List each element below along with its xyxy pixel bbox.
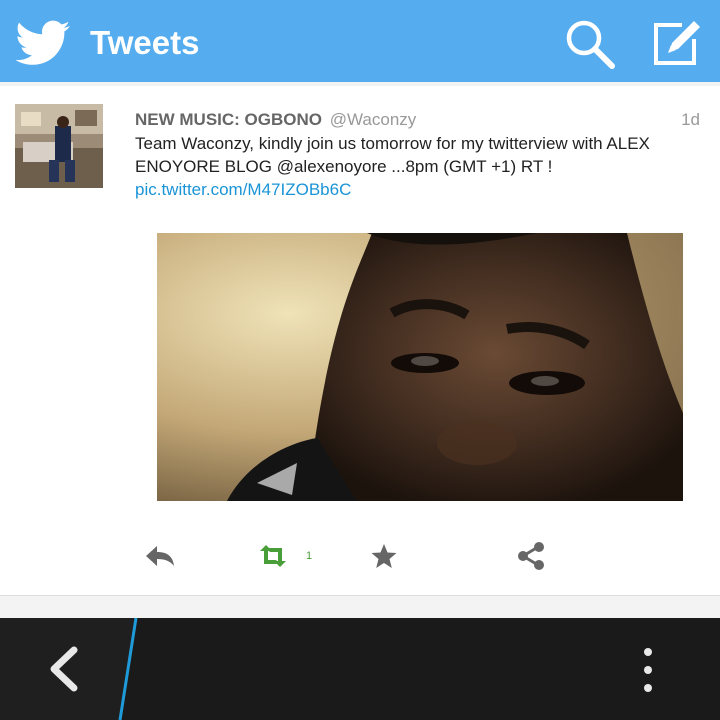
share-icon: [518, 542, 544, 570]
twitter-bird-icon: [16, 20, 70, 65]
page-title: Tweets: [90, 24, 200, 61]
tweet-text: Team Waconzy, kindly join us tomorrow fo…: [135, 132, 705, 201]
share-button[interactable]: [516, 541, 546, 571]
tweet-card[interactable]: NEW MUSIC: OGBONO @Waconzy 1d Team Wacon…: [0, 86, 720, 596]
search-icon[interactable]: [560, 15, 618, 71]
reply-button[interactable]: [144, 541, 176, 571]
tweet-header: NEW MUSIC: OGBONO @Waconzy 1d: [135, 108, 700, 132]
app-header: Tweets: [0, 0, 720, 82]
star-icon: [371, 544, 397, 568]
tweet-timestamp: 1d: [681, 110, 700, 129]
reply-icon: [146, 546, 174, 566]
retweet-icon: [260, 545, 286, 567]
favorite-button[interactable]: [370, 541, 398, 571]
tweet-photo[interactable]: [157, 233, 683, 501]
action-bar-divider: [0, 618, 138, 720]
tweet-text-content: Team Waconzy, kindly join us tomorrow fo…: [135, 134, 650, 176]
bottom-action-bar: [0, 618, 720, 720]
retweet-button[interactable]: 1: [256, 541, 312, 571]
compose-icon[interactable]: [648, 15, 706, 71]
timeline[interactable]: NEW MUSIC: OGBONO @Waconzy 1d Team Wacon…: [0, 82, 720, 618]
overflow-menu-icon[interactable]: [630, 642, 666, 702]
retweet-count: 1: [306, 550, 313, 562]
back-chevron-icon[interactable]: [40, 644, 90, 694]
tweet-link[interactable]: pic.twitter.com/M47IZOBb6C: [135, 180, 351, 199]
author-handle[interactable]: @Waconzy: [330, 110, 417, 129]
avatar[interactable]: [15, 104, 103, 188]
author-name[interactable]: NEW MUSIC: OGBONO: [135, 110, 322, 129]
